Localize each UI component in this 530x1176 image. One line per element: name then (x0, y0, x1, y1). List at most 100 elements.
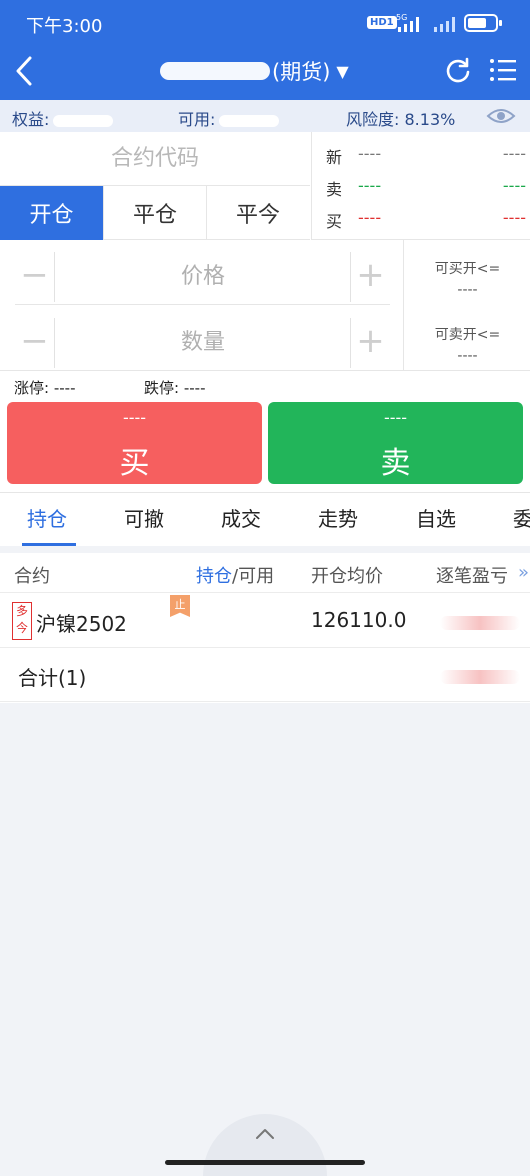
available: 可用: (178, 106, 280, 130)
tab-watchlist[interactable]: 自选 (416, 503, 456, 532)
col-holding: 持仓/可用 (196, 562, 274, 588)
quote-value: ---- (358, 144, 382, 163)
quote-row-last: 新 ---- ---- (326, 144, 526, 167)
status-bar: 下午3:00 HD1 5G (0, 0, 530, 46)
home-indicator (165, 1160, 365, 1165)
quote-box: 新 ---- ---- 卖 ---- ---- 买 ---- ---- (311, 132, 530, 240)
col-contract: 合约 (14, 566, 50, 587)
back-icon[interactable] (10, 54, 40, 88)
quote-value: ---- (502, 176, 526, 195)
masked-total-pnl (440, 670, 520, 684)
refresh-icon[interactable] (444, 56, 472, 84)
quote-value: ---- (358, 176, 382, 195)
bottom-tabs: 持仓 可撤 成交 走势 自选 委 (0, 492, 530, 546)
can-sell-value: ---- (457, 348, 478, 364)
tab-trend[interactable]: 走势 (318, 503, 358, 532)
can-buy-label: 可买开<= (434, 261, 501, 277)
equity: 权益: (12, 106, 114, 130)
limit-up-label: 涨停: (14, 379, 50, 397)
menu-icon[interactable] (489, 56, 517, 84)
sell-price: ---- (383, 408, 408, 427)
contract-code-input[interactable] (0, 132, 310, 186)
price-qty-steppers: − 价格 + − 数量 + (0, 240, 404, 370)
tab-trades[interactable]: 成交 (221, 503, 261, 532)
sell-button[interactable]: ---- 卖 (268, 402, 523, 484)
risk: 风险度: 8.13% (346, 106, 455, 130)
buy-label: 买 (119, 446, 150, 481)
status-time: 下午3:00 (26, 16, 103, 37)
app-root: 下午3:00 HD1 5G (期货) ▼ 权益: 可用: 风险度: 8.13% … (0, 0, 530, 1176)
quote-label: 卖 (326, 180, 343, 199)
limit-prices: 涨停: ---- 跌停: ---- (0, 370, 530, 400)
col-pnl: 逐笔盈亏 (436, 566, 508, 587)
tab-orders[interactable]: 委 (513, 503, 530, 532)
divider (15, 304, 390, 305)
masked-pnl (440, 616, 520, 630)
qty-plus-button[interactable]: + (350, 318, 390, 368)
pull-up-handle[interactable] (203, 1114, 327, 1176)
can-sell-label: 可卖开<= (434, 327, 501, 343)
account-bar: 权益: 可用: 风险度: 8.13% (0, 100, 530, 132)
can-buy-value: ---- (457, 282, 478, 298)
tab-close-today[interactable]: 平今 (206, 186, 309, 240)
caret-down-icon: ▼ (336, 61, 349, 81)
signal-secondary-icon (434, 17, 455, 32)
open-limits: 可买开<= ---- 可卖开<= ---- (405, 240, 530, 370)
table-row[interactable]: 多 今 沪镍2502 止 126110.0 (0, 594, 530, 648)
risk-label: 风险度: (346, 110, 400, 129)
price-input[interactable]: 价格 (63, 252, 343, 302)
tab-cancelable[interactable]: 可撤 (124, 503, 164, 532)
chevron-up-icon[interactable] (253, 1126, 277, 1142)
available-label: 可用: (178, 110, 216, 129)
masked-available (219, 114, 280, 127)
tab-open[interactable]: 开仓 (0, 186, 103, 240)
order-panel: 新 ---- ---- 卖 ---- ---- 买 ---- ---- 开仓 平… (0, 132, 530, 492)
quantity-stepper: − 数量 + (15, 318, 390, 368)
side-tag: 多 今 (12, 602, 32, 640)
limit-up-value: ---- (53, 379, 76, 397)
table-header: 合约 持仓/可用 开仓均价 逐笔盈亏 » (0, 553, 530, 593)
equity-label: 权益: (12, 110, 50, 129)
limit-down-label: 跌停: (144, 379, 180, 397)
limit-down-value: ---- (183, 379, 206, 397)
quote-label: 买 (326, 212, 343, 231)
quote-label: 新 (326, 148, 343, 167)
total-label: 合计(1) (18, 666, 87, 690)
nav-bar: (期货) ▼ (0, 46, 530, 100)
col-available-label: /可用 (232, 566, 275, 587)
tab-close[interactable]: 平仓 (103, 186, 206, 240)
sell-label: 卖 (380, 446, 411, 481)
order-type-tabs: 开仓 平仓 平今 (0, 186, 310, 240)
position-contract: 沪镍2502 (36, 612, 127, 636)
title-suffix: (期货) (272, 60, 331, 84)
table-total-row: 合计(1) (0, 648, 530, 702)
buy-price: ---- (122, 408, 147, 427)
buy-button[interactable]: ---- 买 (7, 402, 262, 484)
quote-row-bid: 买 ---- ---- (326, 208, 526, 231)
col-avg-price: 开仓均价 (311, 566, 383, 587)
price-minus-button[interactable]: − (15, 252, 55, 302)
hd-badge: HD1 (367, 16, 397, 29)
side-today: 今 (15, 621, 28, 635)
active-tab-indicator (22, 543, 76, 546)
account-selector[interactable]: (期货) ▼ (160, 54, 349, 88)
stop-tag: 止 (170, 595, 190, 617)
price-stepper: − 价格 + (15, 252, 390, 302)
signal-icon: 5G (396, 13, 419, 32)
quote-value: ---- (502, 208, 526, 227)
tab-positions[interactable]: 持仓 (27, 503, 67, 532)
eye-icon[interactable] (486, 106, 516, 126)
more-columns-icon[interactable]: » (518, 562, 529, 583)
quote-value: ---- (502, 144, 526, 163)
masked-equity (53, 114, 114, 127)
position-avg-price: 126110.0 (311, 608, 407, 632)
risk-value: 8.13% (404, 110, 456, 129)
battery-icon (464, 14, 502, 32)
quote-value: ---- (358, 208, 382, 227)
top-bar: 下午3:00 HD1 5G (期货) ▼ (0, 0, 530, 100)
price-plus-button[interactable]: + (350, 252, 390, 302)
qty-minus-button[interactable]: − (15, 318, 55, 368)
col-holding-label: 持仓 (196, 566, 232, 587)
quantity-input[interactable]: 数量 (63, 318, 343, 368)
positions-table: 合约 持仓/可用 开仓均价 逐笔盈亏 » 多 今 沪镍2502 止 126110… (0, 553, 530, 703)
